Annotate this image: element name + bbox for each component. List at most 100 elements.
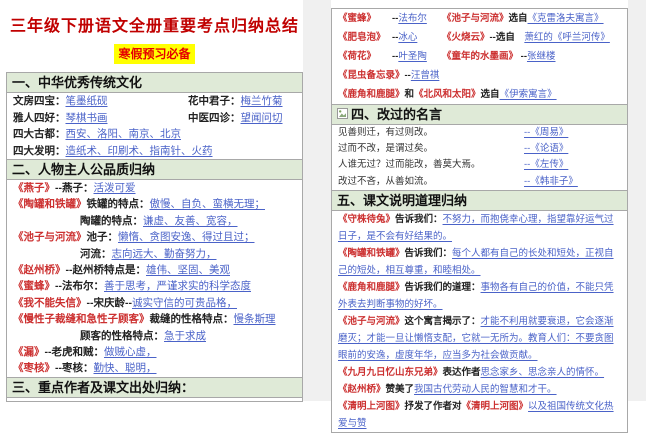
moral-paragraph: 《九月九日忆山东兄弟》表达作者思念家乡、思念亲人的情怀。 — [332, 364, 627, 381]
row-cell: --叶圣陶 — [392, 47, 442, 66]
row-cell: 《我不能失信》--宋庆龄--诚实守信的可贵品格， — [13, 295, 296, 311]
label-text: 四大古都： — [13, 128, 66, 140]
row-cell: 《燕子》--燕子：活泼可爱 — [13, 180, 296, 196]
row-cell: 改过不吝，从善如流。 — [338, 174, 524, 190]
label-text: 告诉我们： — [404, 247, 453, 259]
content-row: 河流：志向远大、勤奋努力， — [7, 246, 302, 262]
moral-paragraph: 《清明上河图》抒发了作者对《清明上河图》以及祖国传统文化热爱与赞 — [332, 398, 627, 432]
book-title: 《枣核》 — [13, 362, 55, 375]
answer-text: 张继楼 — [526, 51, 556, 62]
row-cell: --冰心 — [392, 28, 442, 47]
row-cell: --《韩非子》 — [524, 174, 621, 190]
content-row: 人谁无过？过而能改，善莫大焉。 --《左传》 — [332, 157, 627, 173]
badge-container: 寒假预习必备 — [6, 44, 303, 64]
row-cell: 过而不改，是谓过矣。 — [338, 141, 524, 157]
answer-text: 活泼可爱 — [93, 182, 136, 194]
book-title: 《清明上河图》 — [461, 400, 529, 412]
book-title: 《九月九日忆山东兄弟》 — [338, 366, 443, 378]
moral-paragraph: 《守株待兔》告诉我们：不努力，而抱侥幸心理，指望靠好运气过日子，是不会有好结果的… — [332, 211, 627, 245]
answer-text: 法布尔 — [398, 13, 427, 24]
row-cell: 《陶罐和铁罐》铁罐的特点：傲慢、自负、蛮横无理； — [13, 196, 296, 212]
book-title: 《赵州桥》 — [338, 383, 386, 395]
answer-text: 勤快、聪明， — [93, 362, 157, 375]
book-title: 《陶罐和铁罐》 — [13, 198, 87, 211]
page-title: 三年级下册语文全册重要考点归纳总结 — [9, 18, 299, 35]
content-row: 见善则迁，有过则改。 --《周易》 — [332, 125, 627, 141]
row-cell: 《肥皂泡》 — [338, 28, 392, 47]
content-row: 《池子与河流》池子：懒惰、贪图安逸、得过且过； — [7, 229, 302, 245]
label-text: 裁缝的性格特点： — [149, 313, 234, 326]
left-page-column: 三年级下册语文全册重要考点归纳总结 寒假预习必备 一、中华优秀传统文化 文房四宝… — [6, 0, 303, 402]
label-text: 池子： — [86, 231, 119, 244]
answer-text: --《左传》 — [524, 159, 569, 171]
label-text: 表达作者 — [442, 366, 481, 378]
content-row: 四大古都：西安、洛阳、南京、北京 — [7, 126, 302, 143]
content-row: 雅人四好：琴棋书画 中医四诊：望闻问切 — [7, 110, 302, 127]
moral-paragraph: 《陶罐和铁罐》告诉我们：每个人都有自己的长处和短处，正视自己的短处，相互尊重，和… — [332, 245, 627, 279]
quote-text: 改过不吝，从善如流。 — [338, 175, 434, 187]
section-header-3-label: 三、重点作者及课文出处归纳： — [12, 379, 195, 395]
content-row: 《赵州桥》--赵州桥特点是：雄伟、坚固、美观 — [7, 262, 302, 278]
book-title: 《蜜蜂》 — [13, 280, 55, 293]
row-cell: 《鹿角和鹿腿》和《北风和太阳》选自《伊索寓言》 — [338, 85, 621, 104]
row-cell: 《蜜蜂》 — [338, 9, 392, 28]
row-cell: 《慢性子裁缝和急性子顾客》裁缝的性格特点：慢条斯理 — [13, 311, 296, 327]
row-cell: 雅人四好：琴棋书画 — [13, 110, 188, 127]
answer-text: 《克雷洛夫寓言》 — [527, 13, 604, 24]
answer-text: 傲慢、自负、蛮横无理； — [149, 198, 266, 211]
book-title: 《清明上河图》 — [338, 400, 405, 412]
answer-text: 西安、洛阳、南京、北京 — [65, 128, 182, 140]
label-text: -- — [518, 51, 527, 62]
section-header-5: 五、课文说明道理归纳 — [332, 189, 627, 211]
moral-paragraph: 《池子与河流》这个寓言揭示了：才能不利用就要衰退，它会逐渐磨灭；才能一旦让懒惰支… — [332, 313, 627, 364]
right-page-column: 《蜜蜂》 --法布尔 《池子与河流》选自《克雷洛夫寓言》 《肥皂泡》 --冰心 《火烧云》… — [331, 0, 628, 433]
answer-text: 汪曾祺 — [410, 70, 440, 81]
answer-text: 造纸术、印刷术、指南针、火药 — [65, 144, 213, 157]
content-row: 《荷花》 --叶圣陶 《童年的水墨画》 --张继楼 — [332, 47, 627, 66]
label-text: 陶罐的特点： — [80, 214, 143, 227]
table-bottom-spacer — [7, 398, 302, 401]
section-header-4-label: 四、改过的名言 — [351, 107, 443, 122]
section-4-rows: 见善则迁，有过则改。 --《周易》 过而不改，是谓过矣。 --《论语》 人谁无过？过而能… — [332, 125, 627, 190]
answer-text: 雄伟、坚固、美观 — [146, 264, 230, 277]
content-row: 《鹿角和鹿腿》和《北风和太阳》选自《伊索寓言》 — [332, 85, 627, 104]
section-1-rows: 文房四宝：笔墨纸砚 花中君子：梅兰竹菊 雅人四好：琴棋书画 中医四诊：望闻问切 四大古都… — [7, 93, 302, 159]
answer-text: 思念家乡、思念亲人的情怀。 — [480, 366, 605, 378]
book-title: 《陶罐和铁罐》 — [338, 247, 405, 259]
quote-text: 过而不改，是谓过矣。 — [338, 143, 434, 155]
answer-text: 笔墨纸砚 — [65, 95, 108, 107]
left-content-table: 一、中华优秀传统文化 文房四宝：笔墨纸砚 花中君子：梅兰竹菊 雅人四好：琴棋书画 中医… — [6, 72, 303, 402]
content-row: 《燕子》--燕子：活泼可爱 — [7, 180, 302, 196]
label-text: 告诉我们的道理： — [404, 281, 481, 293]
row-cell: 陶罐的特点：谦虚、友善、宽容， — [80, 213, 296, 229]
row-cell: --《周易》 — [524, 125, 621, 141]
row-cell: 《赵州桥》--赵州桥特点是：雄伟、坚固、美观 — [13, 262, 296, 278]
row-cell: 《池子与河流》选自《克雷洛夫寓言》 — [442, 9, 621, 28]
answer-text: 诚实守信的可贵品格， — [132, 296, 237, 309]
row-cell: --《左传》 — [524, 157, 621, 173]
row-cell: 人谁无过？过而能改，善莫大焉。 — [338, 157, 524, 173]
row-cell: 《荷花》 — [338, 47, 392, 66]
label-text: --宋庆龄-- — [86, 296, 133, 309]
content-row: 顾客的性格特点：急于求成 — [7, 328, 302, 344]
label-text: --赵州桥特点是： — [65, 264, 147, 277]
book-title: 《蜜蜂》 — [338, 13, 377, 24]
book-title: 《燕子》 — [13, 182, 55, 194]
moral-paragraph: 《鹿角和鹿腿》告诉我们的道理：事物各有自己的价值，不能只凭外表去判断事物的好坏。 — [332, 279, 627, 313]
content-row: 陶罐的特点：谦虚、友善、宽容， — [7, 213, 302, 229]
label-text: 抒发了作者对 — [404, 400, 462, 412]
broken-image-icon — [337, 107, 348, 122]
content-row: 《昆虫备忘录》--汪曾祺 — [332, 66, 627, 85]
answer-text: 叶圣陶 — [398, 51, 427, 62]
answer-text: 做贼心虚， — [104, 346, 157, 359]
page-right-edge — [628, 0, 646, 401]
row-cell: 河流：志向远大、勤奋努力， — [80, 246, 296, 262]
book-title: 《漏》 — [13, 346, 45, 359]
label-text: 和 — [404, 89, 415, 100]
label-text: --枣核： — [55, 362, 94, 375]
book-title: 《池子与河流》 — [442, 13, 509, 24]
section-header-2: 二、人物主人公品质归纳 — [7, 159, 302, 180]
label-text: --燕子： — [55, 182, 94, 194]
row-cell: 花中君子：梅兰竹菊 — [188, 93, 296, 110]
row-cell: 《枣核》--枣核：勤快、聪明， — [13, 360, 296, 376]
